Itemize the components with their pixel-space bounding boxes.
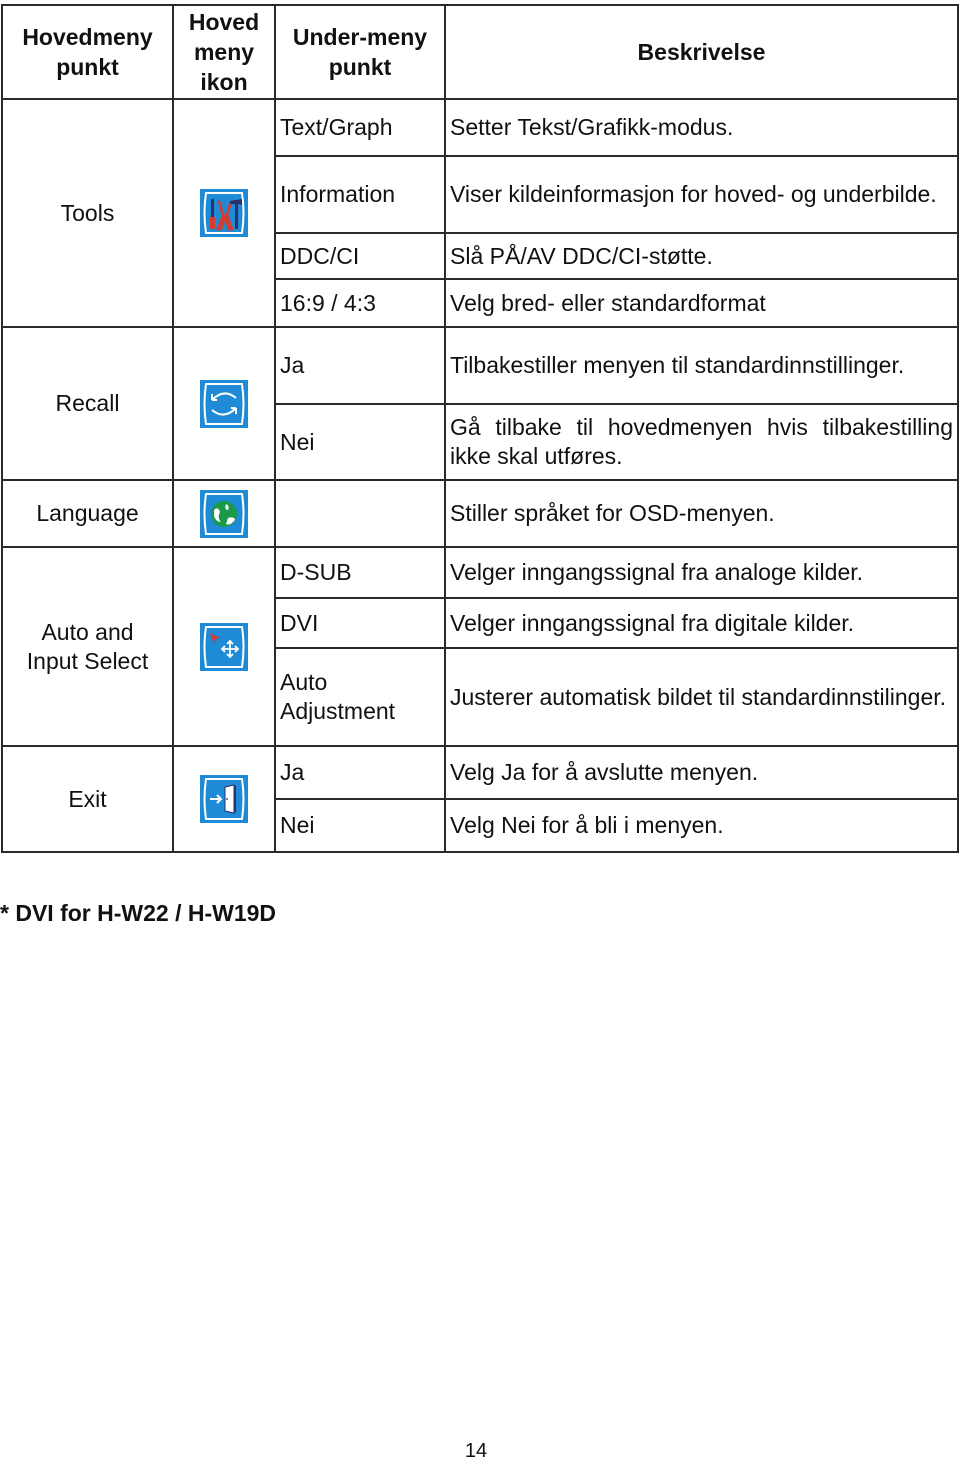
header-row: Hovedmeny punkt Hoved meny ikon Under-me… — [1, 4, 959, 100]
table-row: Tools Text/Graph Setter Tekst/Grafikk-mo… — [1, 98, 959, 328]
recall-icon — [200, 379, 248, 428]
sub-item: Ja — [274, 745, 446, 800]
header-description: Beskrivelse — [444, 4, 959, 100]
language-globe-icon — [200, 489, 248, 538]
description: Viser kildeinformasjon for hoved- og und… — [444, 155, 959, 234]
header-main-menu-item: Hovedmeny punkt — [1, 4, 174, 100]
sub-item: Information — [274, 155, 446, 234]
description: Velg Ja for å avslutte menyen. — [444, 745, 959, 800]
exit-door-icon — [200, 775, 248, 823]
main-item-auto-input-select: Auto and Input Select — [1, 546, 174, 747]
sub-item: D-SUB — [274, 546, 446, 599]
main-item-exit: Exit — [1, 745, 174, 853]
table-row: Language Stiller språket for OSD-menyen. — [1, 479, 959, 548]
main-item-recall: Recall — [1, 326, 174, 481]
description: Stiller språket for OSD-menyen. — [444, 479, 959, 548]
table-row: Recall Ja Tilbakestiller menyen til stan… — [1, 326, 959, 481]
sub-item: DVI — [274, 597, 446, 649]
sub-item: Text/Graph — [274, 98, 446, 157]
sub-item: Auto Adjustment — [274, 647, 446, 747]
main-item-language: Language — [1, 479, 174, 548]
description: Velger inngangssignal fra digitale kilde… — [444, 597, 959, 649]
main-item-tools: Tools — [1, 98, 174, 328]
sub-item: Nei — [274, 798, 446, 853]
sub-item: Nei — [274, 403, 446, 481]
description: Justerer automatisk bildet til standardi… — [444, 647, 959, 747]
description: Setter Tekst/Grafikk-modus. — [444, 98, 959, 157]
description: Gå tilbake til hovedmenyen hvis tilbakes… — [444, 403, 959, 481]
auto-input-select-icon — [200, 622, 248, 671]
footnote: * DVI for H-W22 / H-W19D — [0, 900, 277, 926]
table-row: Exit Ja Velg Ja for å avslutte menyen. — [1, 745, 959, 853]
description: Velg bred- eller standardformat — [444, 278, 959, 328]
sub-item: DDC/CI — [274, 232, 446, 280]
table-row: Auto and Input Select D-SUB Velger innga… — [1, 546, 959, 747]
sub-item: 16:9 / 4:3 — [274, 278, 446, 328]
description: Tilbakestiller menyen til standardinnsti… — [444, 326, 959, 405]
sub-item: Ja — [274, 326, 446, 405]
description: Velger inngangssignal fra analoge kilder… — [444, 546, 959, 599]
sub-item — [274, 479, 446, 548]
header-sub-menu-item: Under-meny punkt — [274, 4, 446, 100]
page-number: 14 — [464, 1440, 488, 1462]
osd-menu-table: Hovedmeny punkt Hoved meny ikon Under-me… — [1, 4, 959, 853]
description: Velg Nei for å bli i menyen. — [444, 798, 959, 853]
tools-icon — [200, 189, 248, 237]
description: Slå PÅ/AV DDC/CI-støtte. — [444, 232, 959, 280]
header-main-menu-icon: Hoved meny ikon — [172, 4, 276, 100]
